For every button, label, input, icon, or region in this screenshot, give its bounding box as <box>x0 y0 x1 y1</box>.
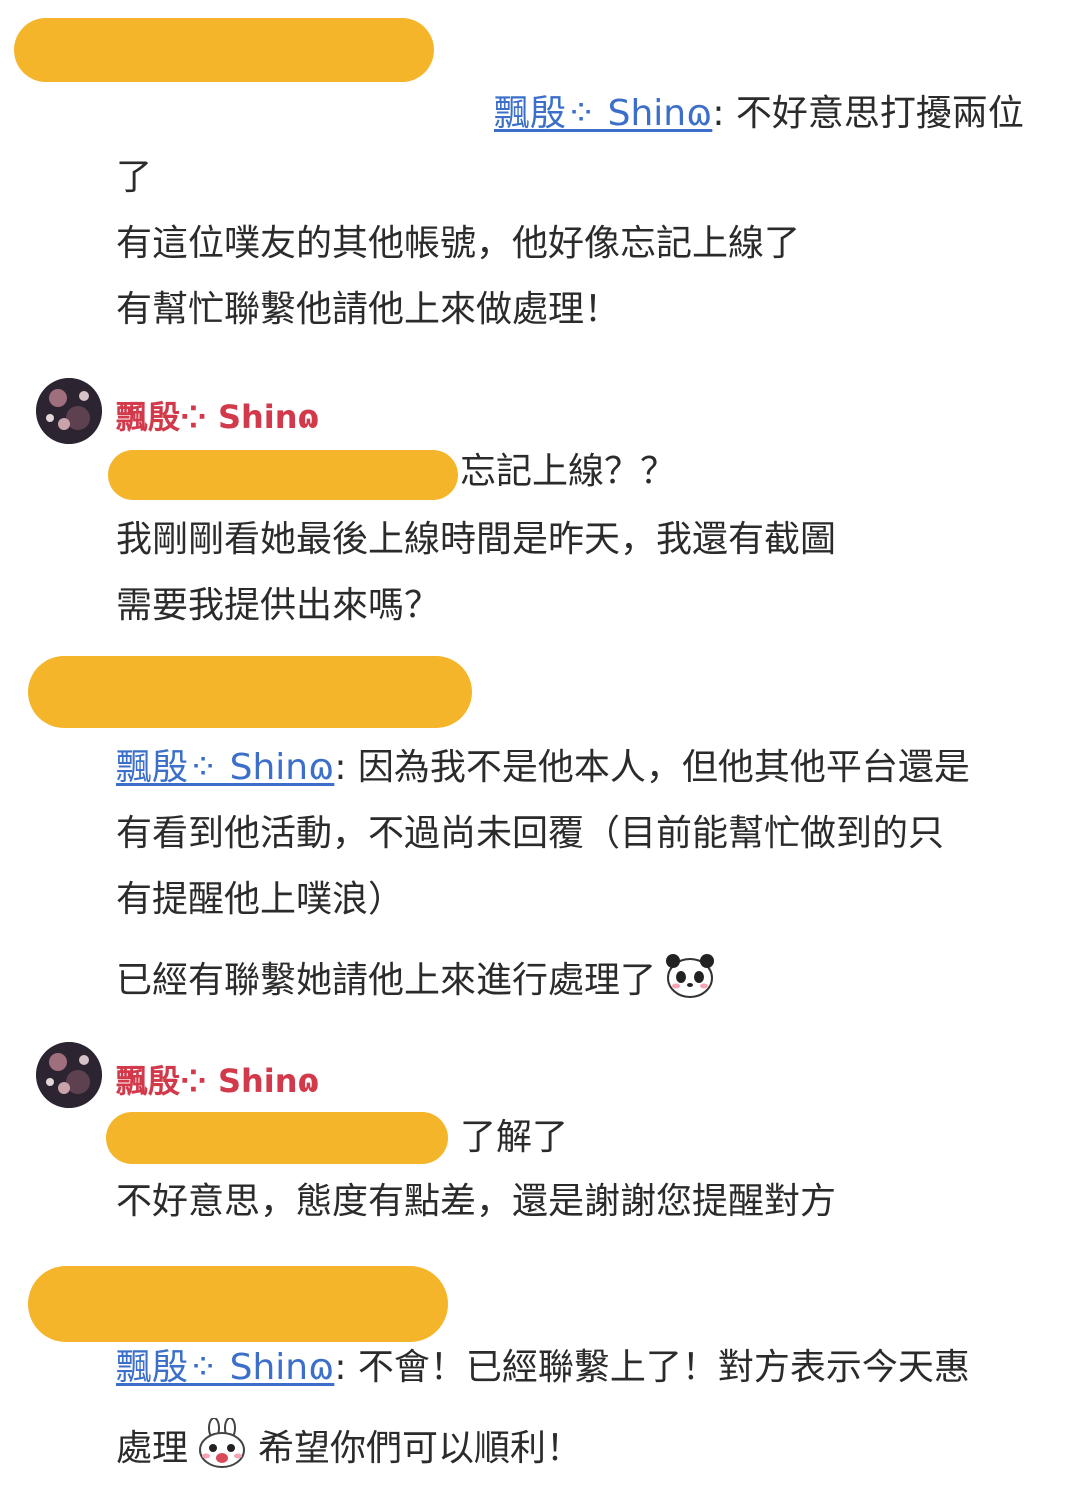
message-line: 有看到他活動，不過尚未回覆（目前能幫忙做到的只 <box>116 813 945 854</box>
message-line: 處理 希望你們可以順利！ <box>116 1418 582 1471</box>
message-line: 需要我提供出來嗎？ <box>116 585 441 626</box>
message-line: 飄殷⁘ Shinɷ: 不會！已經聯繫上了！對方表示今天惠 <box>116 1347 970 1388</box>
rabbit-emoji-icon <box>194 1418 250 1470</box>
comment-author[interactable]: 飄殷⁘ Shinɷ <box>116 392 319 438</box>
redacted-username <box>28 656 472 728</box>
redacted-username <box>28 1266 448 1342</box>
mention-link[interactable]: 飄殷⁘ Shinɷ <box>116 747 334 788</box>
message-line: 了解了 <box>460 1117 569 1158</box>
message-line: 有這位噗友的其他帳號，他好像忘記上線了 <box>116 223 801 264</box>
message-line: 已經有聯繫她請他上來進行處理了 <box>116 950 718 1003</box>
message-line: 有提醒他上噗浪） <box>116 879 405 920</box>
panda-emoji-icon <box>662 950 718 1002</box>
mention-link[interactable]: 飄殷⁘ Shinɷ <box>116 1347 334 1388</box>
redacted-username <box>108 450 458 500</box>
message-line: 我剛剛看她最後上線時間是昨天，我還有截圖 <box>116 519 837 560</box>
mention-link[interactable]: 飄殷⁘ Shinɷ <box>494 93 712 134</box>
message-line: 不好意思，態度有點差，還是謝謝您提醒對方 <box>116 1181 837 1222</box>
redacted-username <box>14 18 434 82</box>
avatar[interactable] <box>36 378 102 444</box>
message-line: 飄殷⁘ Shinɷ: 不好意思打擾兩位 <box>494 93 1024 134</box>
avatar[interactable] <box>36 1042 102 1108</box>
redacted-username <box>106 1112 448 1164</box>
comment-author[interactable]: 飄殷⁘ Shinɷ <box>116 1056 319 1102</box>
message-line: 了 <box>116 157 153 198</box>
message-line: 飄殷⁘ Shinɷ: 因為我不是他本人，但他其他平台還是 <box>116 747 970 788</box>
message-line: 忘記上線？？ <box>460 451 677 492</box>
message-line: 有幫忙聯繫他請他上來做處理！ <box>116 289 621 330</box>
